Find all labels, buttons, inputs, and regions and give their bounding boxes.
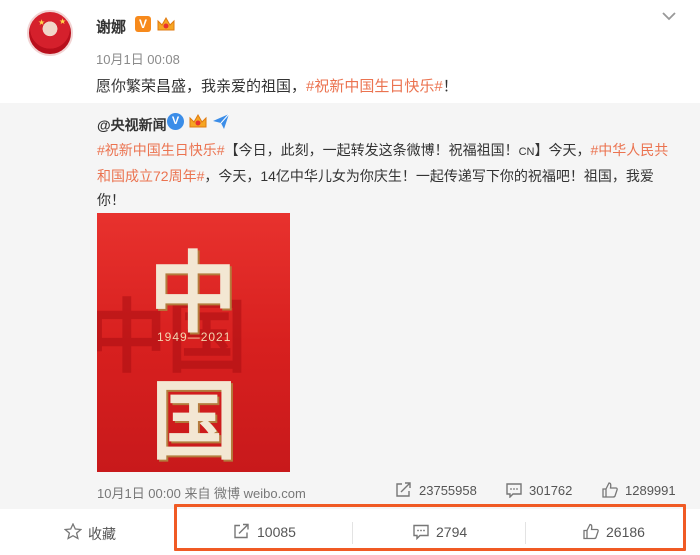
source-comment-count: 301762 [529, 483, 573, 498]
poster-years: 1949—2021 [157, 330, 232, 344]
source-text-part: 【今日，此刻，一起转发这条微博！祝福祖国！ [224, 142, 519, 158]
comment-icon [506, 483, 522, 498]
source-repost-count: 23755958 [419, 483, 477, 498]
post-timestamp[interactable]: 10月1日 00:08 [96, 49, 180, 68]
paper-plane-icon [213, 113, 230, 129]
author-name[interactable]: 谢娜 [96, 16, 126, 37]
poster-character-bottom: 国 [151, 374, 237, 470]
repost-icon [396, 482, 411, 497]
favorite-button[interactable]: 收藏 [64, 509, 174, 555]
crown-badge-icon [157, 16, 175, 31]
avatar-star-icon: ★ [59, 17, 67, 26]
chevron-down-icon[interactable] [661, 10, 677, 22]
weibo-post-card: ★ ★ 谢娜 V 10月1日 00:08 愿你繁荣昌盛，我亲爱的祖国，#祝新中国… [0, 0, 700, 555]
reposted-content: @央视新闻 V #祝新中国生日快乐#【今日，此刻，一起转发这条微博！祝福祖国！C… [0, 103, 700, 509]
source-author-name[interactable]: @央视新闻 [97, 115, 167, 135]
annotation-highlight-box [174, 504, 686, 551]
author-avatar[interactable]: ★ ★ [27, 10, 73, 56]
thumbs-up-icon [602, 482, 618, 498]
verified-blue-badge-icon: V [167, 113, 184, 130]
avatar-star-icon: ★ [38, 18, 46, 27]
source-like-count: 1289991 [625, 483, 676, 498]
verified-badge-icon: V [135, 16, 151, 32]
cn-tag: CN [518, 146, 535, 158]
star-outline-icon [64, 523, 82, 540]
post-text-end: ！ [442, 78, 458, 95]
source-post-text: #祝新中国生日快乐#【今日，此刻，一起转发这条微博！祝福祖国！CN】今天，#中华… [97, 138, 677, 212]
post-text-body: 愿你繁荣昌盛，我亲爱的祖国， [96, 78, 307, 95]
source-text-part: 】今天， [534, 142, 591, 158]
poster-image[interactable]: 中国 中 1949—2021 国 [97, 213, 290, 472]
source-hashtag-link[interactable]: #祝新中国生日快乐# [97, 142, 225, 158]
crown-badge-icon [189, 113, 207, 128]
post-text: 愿你繁荣昌盛，我亲爱的祖国，#祝新中国生日快乐#！ [96, 75, 458, 96]
source-post-meta[interactable]: 10月1日 00:00 来自 微博 weibo.com [97, 483, 306, 502]
post-hashtag-link[interactable]: #祝新中国生日快乐# [306, 78, 443, 95]
favorite-label: 收藏 [88, 526, 116, 542]
